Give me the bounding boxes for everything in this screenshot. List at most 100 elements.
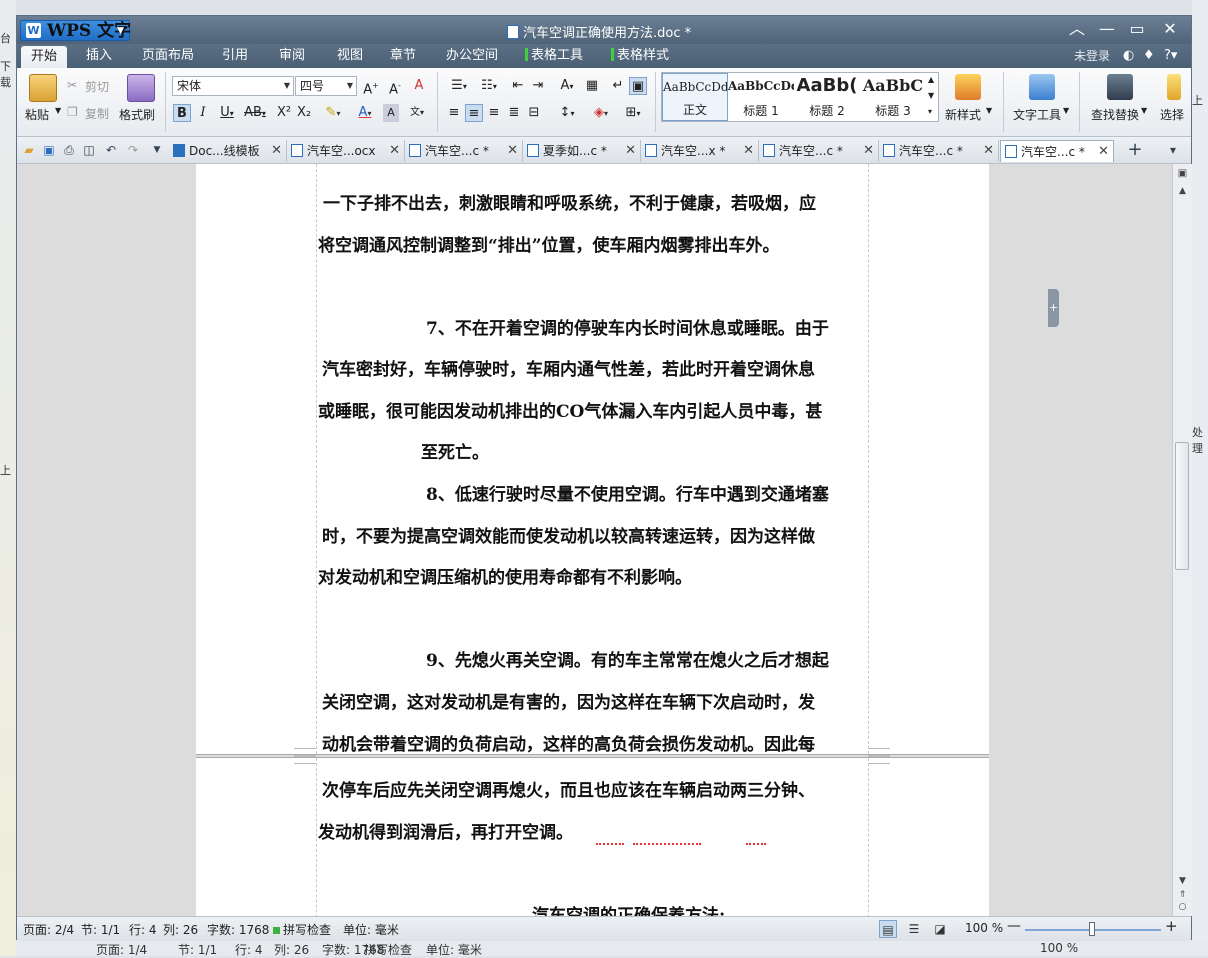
binoculars-icon[interactable] (1107, 74, 1133, 100)
close-tab-icon[interactable]: ✕ (863, 140, 874, 162)
browse-object-icon[interactable]: ○ (1173, 902, 1192, 912)
copy-icon[interactable]: ❐ (67, 105, 78, 119)
chevron-down-icon[interactable]: ▼ (1063, 106, 1069, 115)
font-color-icon[interactable]: A▾ (351, 104, 379, 122)
menu-references[interactable]: 引用 (222, 44, 248, 68)
clear-format-icon[interactable]: A (409, 77, 429, 95)
skin-icon[interactable]: ◐ (1123, 44, 1134, 68)
tab-document[interactable]: 汽车空...ocx ✕ (287, 140, 405, 162)
menu-table-tools[interactable]: 表格工具 (525, 44, 583, 68)
minimize-button[interactable]: — (1092, 18, 1122, 40)
page[interactable]: 次停车后应先关闭空调再熄火，而且也应该在车辆启动两三分钟、 发动机得到润滑后，再… (196, 756, 989, 916)
menu-insert[interactable]: 插入 (86, 44, 112, 68)
close-tab-icon[interactable]: ✕ (507, 140, 518, 162)
menu-office-space[interactable]: 办公空间 (446, 44, 498, 68)
increase-indent-icon[interactable]: ⇥ (529, 77, 547, 95)
style-heading-3[interactable]: AaBbC 标题 3 (860, 73, 926, 121)
previous-page-icon[interactable]: ⇑ (1173, 890, 1192, 900)
align-center-icon[interactable]: ≡ (465, 104, 483, 122)
bullet-list-icon[interactable]: ☰▾ (445, 77, 473, 95)
undo-icon[interactable]: ↶ (103, 142, 119, 158)
cut-icon[interactable]: ✂ (67, 78, 77, 92)
paste-icon[interactable] (29, 74, 57, 102)
superscript-button[interactable]: X² (275, 104, 293, 122)
text-direction-icon[interactable]: A▾ (553, 77, 581, 95)
grow-font-icon[interactable]: A+ (361, 77, 381, 97)
align-justify-icon[interactable]: ≣ (505, 104, 523, 122)
distribute-icon[interactable]: ⊟ (525, 104, 543, 122)
style-heading-2[interactable]: AaBb( 标题 2 (794, 73, 860, 121)
open-folder-icon[interactable]: ▰ (21, 142, 37, 158)
paste-button[interactable]: 粘贴 (25, 106, 49, 123)
italic-button[interactable]: I (195, 104, 211, 122)
tab-document[interactable]: 汽车空...c * ✕ (879, 140, 999, 162)
web-view-icon[interactable]: ◪ (931, 920, 949, 938)
close-tab-icon[interactable]: ✕ (271, 140, 282, 162)
quick-access-more-icon[interactable]: ▼ (149, 142, 165, 158)
close-tab-icon[interactable]: ✕ (1098, 141, 1109, 163)
copy-button[interactable]: 复制 (85, 105, 109, 122)
login-status[interactable]: 未登录 (1074, 44, 1110, 68)
gallery-more-icon[interactable]: ▾ (928, 107, 932, 116)
line-spacing-icon[interactable]: ↕▾ (553, 104, 581, 122)
paragraph-mark-icon[interactable]: ▣ (629, 77, 647, 95)
menu-chapter[interactable]: 章节 (390, 44, 416, 68)
wps-app-menu-button[interactable]: W WPS 文字 ▼ (20, 20, 131, 41)
highlight-icon[interactable]: ✎▾ (319, 104, 347, 122)
menu-view[interactable]: 视图 (337, 44, 363, 68)
close-tab-icon[interactable]: ✕ (625, 140, 636, 162)
gallery-scroll-up-icon[interactable]: ▲ (928, 75, 934, 84)
status-unit[interactable]: 单位: 毫米 (343, 921, 399, 938)
table-icon[interactable]: ▦ (583, 77, 601, 95)
strikethrough-button[interactable]: AB▾ (241, 104, 269, 122)
show-marks-icon[interactable]: ↵ (609, 77, 627, 95)
menu-page-layout[interactable]: 页面布局 (142, 44, 194, 68)
close-tab-icon[interactable]: ✕ (743, 140, 754, 162)
zoom-slider-knob[interactable] (1089, 922, 1095, 936)
font-size-combo[interactable]: 四号 ▼ (295, 76, 357, 96)
close-tab-icon[interactable]: ✕ (983, 140, 994, 162)
cut-button[interactable]: 剪切 (85, 78, 109, 95)
page-view-icon[interactable]: ▤ (879, 920, 897, 938)
align-left-icon[interactable]: ≡ (445, 104, 463, 122)
scroll-up-icon[interactable]: ▲ (1173, 186, 1192, 196)
new-style-icon[interactable] (955, 74, 981, 100)
phonetic-guide-icon[interactable]: 文▾ (403, 104, 431, 122)
paste-dropdown-icon[interactable]: ▼ (55, 106, 61, 115)
tab-list-icon[interactable]: ▾ (1165, 142, 1181, 158)
close-button[interactable]: ✕ (1155, 18, 1185, 40)
font-name-combo[interactable]: 宋体 ▼ (172, 76, 294, 96)
new-tab-icon[interactable]: + (1127, 141, 1143, 159)
save-icon[interactable]: ▣ (41, 142, 57, 158)
redo-icon[interactable]: ↷ (125, 142, 141, 158)
text-tools-icon[interactable] (1029, 74, 1055, 100)
zoom-out-icon[interactable]: — (1007, 918, 1021, 934)
menu-table-styles[interactable]: 表格样式 (611, 44, 669, 68)
format-painter-icon[interactable] (127, 74, 155, 102)
format-painter-button[interactable]: 格式刷 (119, 106, 155, 123)
select-button[interactable]: 选择 (1160, 106, 1184, 123)
scrollbar-thumb[interactable] (1175, 442, 1189, 570)
expand-side-panel-icon[interactable]: + (1048, 289, 1059, 327)
style-heading-1[interactable]: AaBbCcDd 标题 1 (728, 73, 794, 121)
tab-document[interactable]: 夏季如...c * ✕ (523, 140, 641, 162)
outline-view-icon[interactable]: ☰ (905, 920, 923, 938)
vertical-scrollbar[interactable]: ▣ ▲ ▼ ⇑ ○ (1172, 164, 1192, 916)
subscript-button[interactable]: X₂ (295, 104, 313, 122)
shading-icon[interactable]: ◈▾ (587, 104, 615, 122)
tab-document[interactable]: 汽车空...c * ✕ (759, 140, 879, 162)
menu-home[interactable]: 开始 (21, 46, 68, 68)
decrease-indent-icon[interactable]: ⇤ (509, 77, 527, 95)
bold-button[interactable]: B (173, 104, 191, 122)
help-icon[interactable]: ?▾ (1164, 44, 1177, 68)
underline-button[interactable]: U▾ (215, 104, 239, 122)
tab-doc-template[interactable]: Doc...线模板 ✕ (169, 140, 287, 162)
zoom-level[interactable]: 100 % (965, 921, 1003, 935)
shrink-font-icon[interactable]: A- (385, 77, 405, 97)
gallery-scroll-down-icon[interactable]: ▼ (928, 91, 934, 100)
collapse-ribbon-icon[interactable]: ︿ (1062, 18, 1092, 40)
tab-document[interactable]: 汽车空...c * ✕ (405, 140, 523, 162)
close-tab-icon[interactable]: ✕ (389, 140, 400, 162)
numbered-list-icon[interactable]: ☷▾ (475, 77, 503, 95)
chevron-down-icon[interactable]: ▼ (986, 106, 992, 115)
